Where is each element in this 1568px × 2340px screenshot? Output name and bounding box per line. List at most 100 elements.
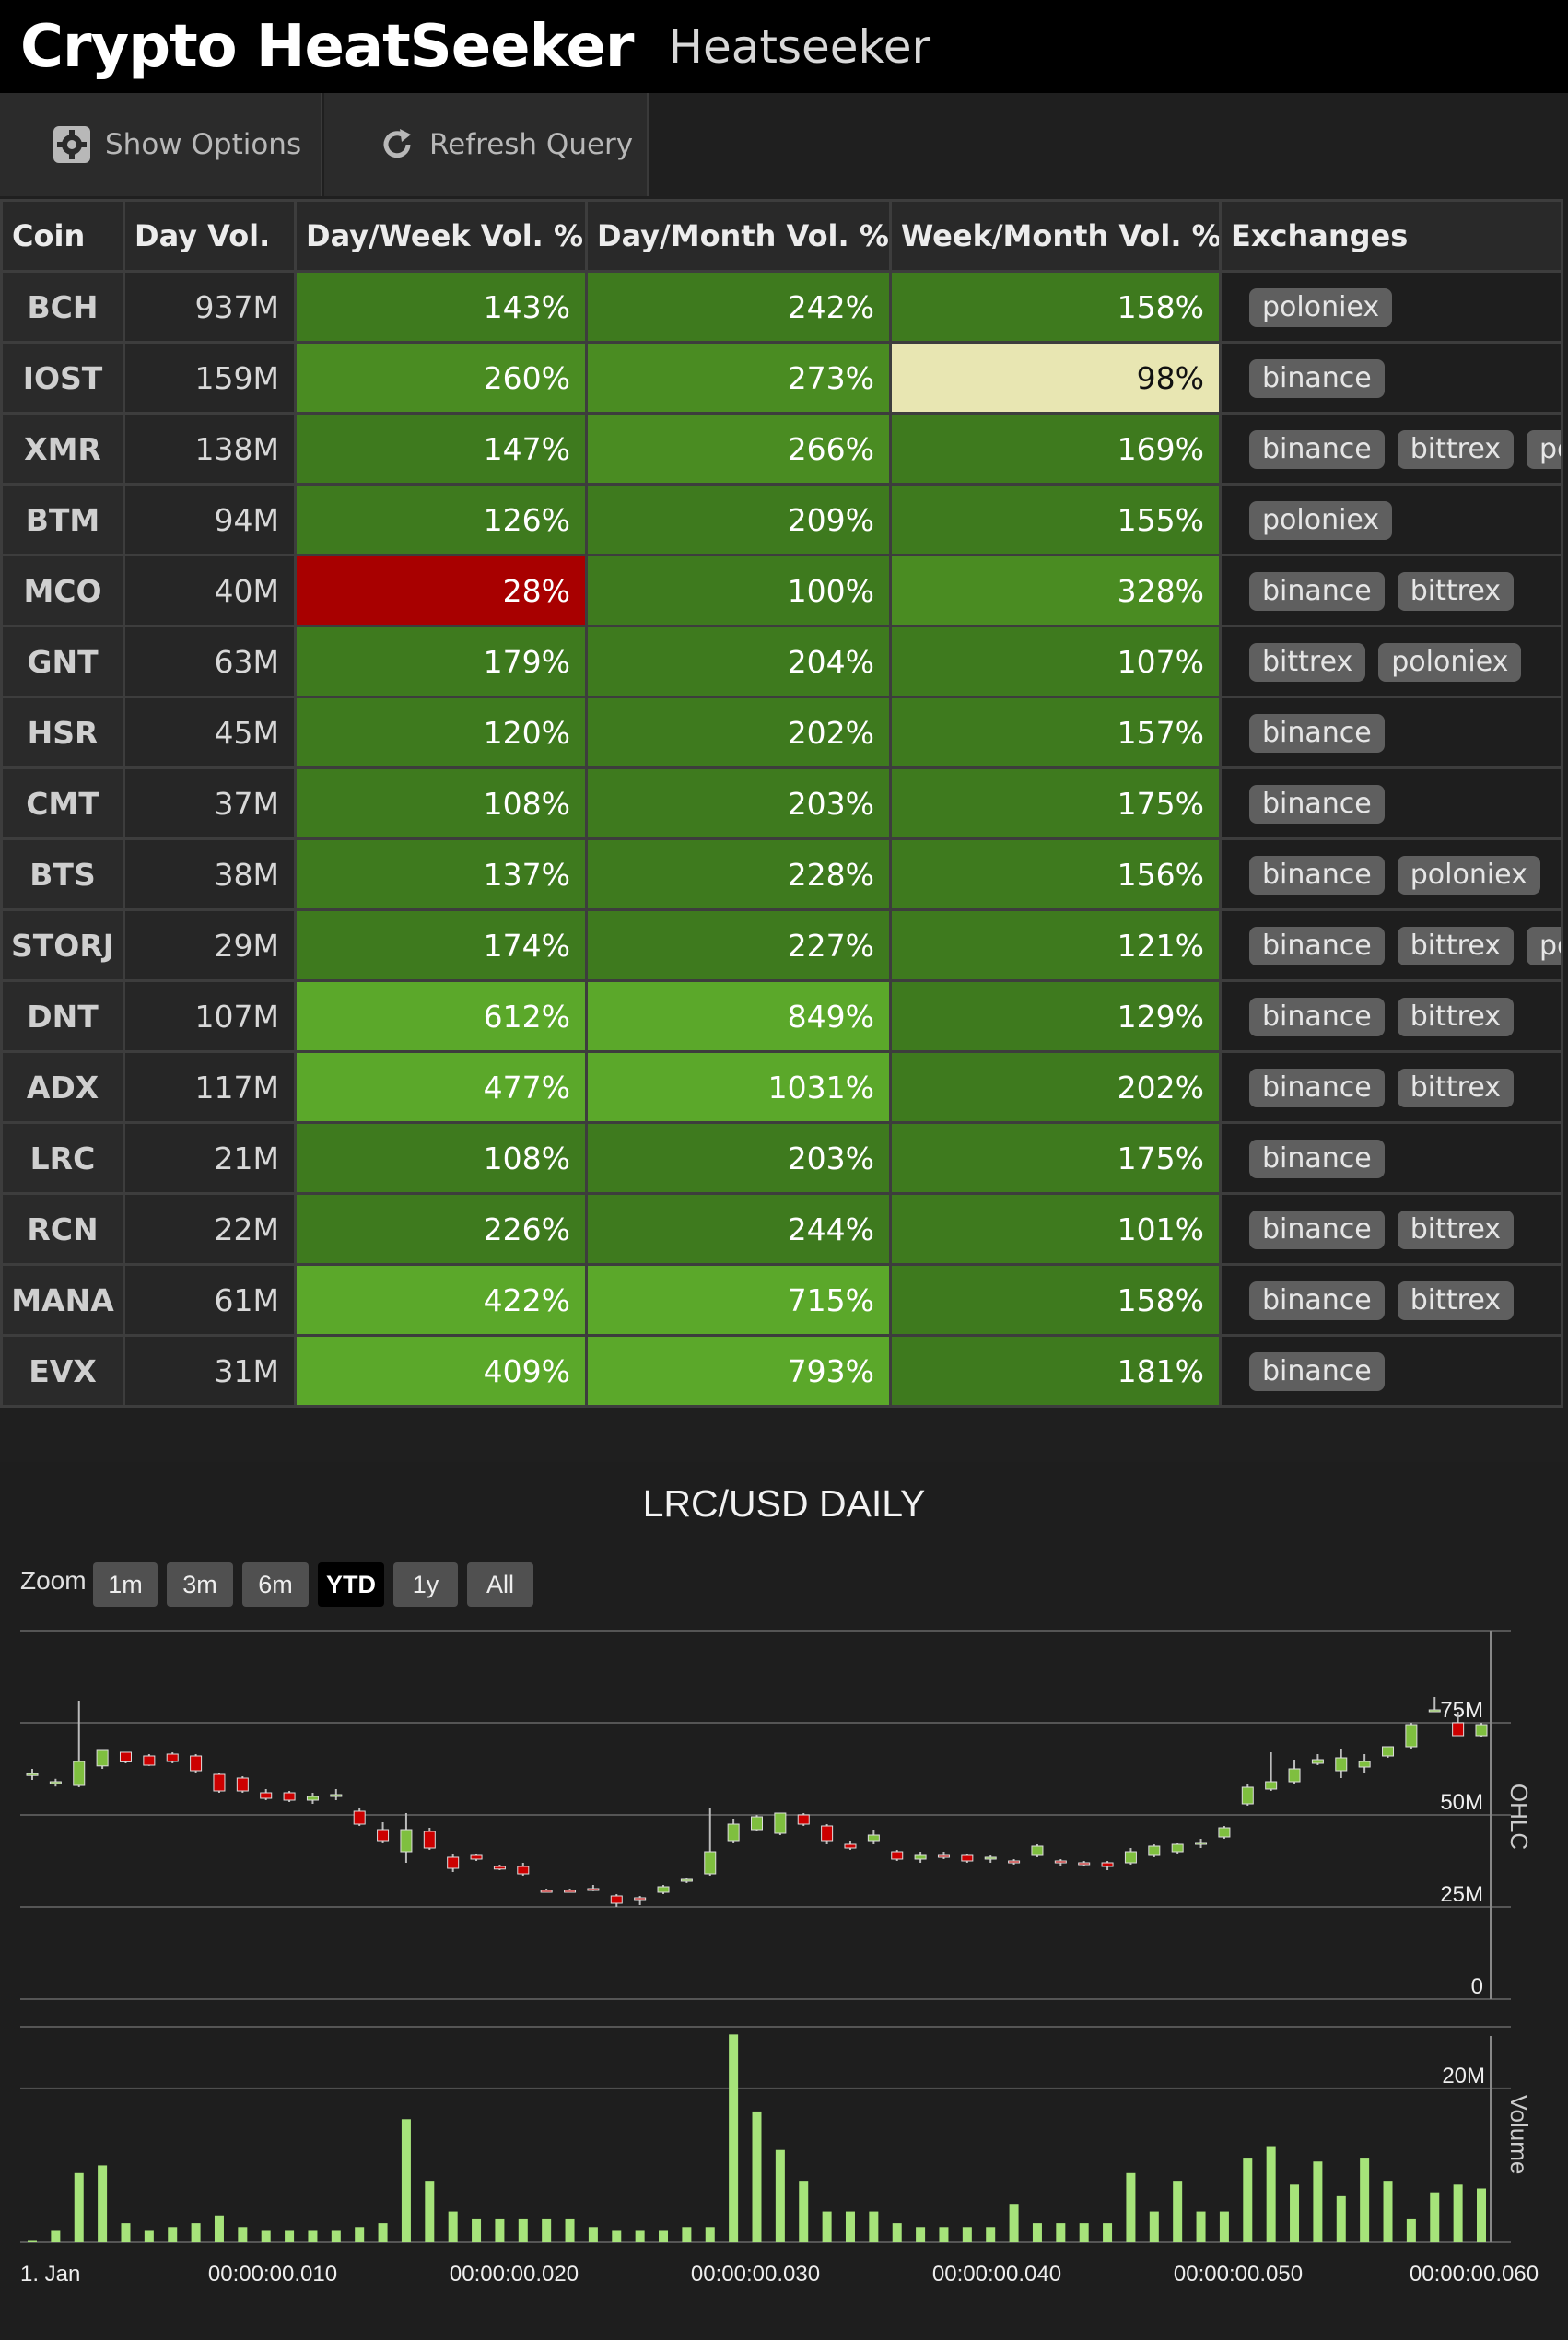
column-header-week-month[interactable]: Week/Month Vol. % bbox=[889, 199, 1222, 273]
candle-body bbox=[1241, 1786, 1254, 1805]
table-row[interactable]: LRC 21M 108% 203% 175% binance bbox=[0, 1121, 1563, 1195]
app-subtitle: Heatseeker bbox=[668, 19, 931, 74]
candle-body bbox=[283, 1792, 296, 1801]
volume-bar bbox=[705, 2227, 715, 2242]
volume-bar bbox=[168, 2227, 178, 2242]
exchange-tag[interactable]: binance bbox=[1249, 1139, 1385, 1178]
candle-body bbox=[166, 1753, 179, 1762]
candle-body bbox=[704, 1851, 717, 1875]
candle-body bbox=[1288, 1768, 1301, 1783]
exchange-tag[interactable]: binance bbox=[1249, 571, 1385, 611]
day-volume-cell: 159M bbox=[123, 341, 297, 415]
exchange-tag[interactable]: binance bbox=[1249, 429, 1385, 469]
exchange-tag[interactable]: binance bbox=[1249, 1351, 1385, 1391]
volume-ratio-cell: 204% bbox=[585, 625, 892, 698]
candle-body bbox=[377, 1829, 390, 1842]
refresh-query-button[interactable]: Refresh Query bbox=[324, 93, 649, 196]
exchange-tag[interactable]: poloniex bbox=[1249, 287, 1393, 327]
volume-ratio-cell: 612% bbox=[294, 979, 588, 1053]
candle-body bbox=[844, 1843, 857, 1849]
volume-bar bbox=[565, 2218, 575, 2242]
column-header-exchanges[interactable]: Exchanges bbox=[1219, 199, 1563, 273]
column-header-day-month[interactable]: Day/Month Vol. % bbox=[585, 199, 892, 273]
exchange-tag[interactable]: poloniex bbox=[1527, 926, 1560, 965]
coin-cell: CMT bbox=[0, 766, 125, 840]
exchanges-cell: binance bittrex bbox=[1219, 1263, 1563, 1337]
exchange-tag[interactable]: bittrex bbox=[1397, 1068, 1515, 1107]
candle-body bbox=[119, 1751, 132, 1762]
table-row[interactable]: BTM 94M 126% 209% 155% poloniex bbox=[0, 483, 1563, 556]
coin-cell: ADX bbox=[0, 1050, 125, 1124]
table-row[interactable]: CMT 37M 108% 203% 175% binance bbox=[0, 766, 1563, 840]
table-row[interactable]: GNT 63M 179% 204% 107% bittrex poloniex bbox=[0, 625, 1563, 698]
exchange-tag[interactable]: binance bbox=[1249, 855, 1385, 895]
volume-bar bbox=[729, 2034, 739, 2242]
exchange-tag[interactable]: poloniex bbox=[1527, 429, 1560, 469]
candle-body bbox=[1382, 1746, 1395, 1757]
candle-body bbox=[1358, 1761, 1371, 1768]
candle-body bbox=[1008, 1860, 1021, 1864]
volume-ratio-cell: 157% bbox=[889, 696, 1222, 769]
table-row[interactable]: HSR 45M 120% 202% 157% binance bbox=[0, 696, 1563, 769]
exchange-tag[interactable]: bittrex bbox=[1397, 1281, 1515, 1320]
candle-body bbox=[891, 1851, 904, 1860]
table-row[interactable]: STORJ29M174%227%121% binance bittrex poloni… bbox=[0, 908, 1563, 982]
exchange-tag[interactable]: binance bbox=[1249, 1210, 1385, 1249]
candle-body bbox=[727, 1823, 740, 1842]
volume-ratio-cell: 158% bbox=[889, 1263, 1222, 1337]
volume-bar bbox=[1453, 2184, 1463, 2242]
exchange-tag[interactable]: poloniex bbox=[1249, 500, 1393, 540]
volume-ratio-cell: 477% bbox=[294, 1050, 588, 1124]
exchange-tag[interactable]: binance bbox=[1249, 1068, 1385, 1107]
table-row[interactable]: ADX 117M 477% 1031% 202% binance bittrex bbox=[0, 1050, 1563, 1124]
exchange-tag[interactable]: bittrex bbox=[1249, 642, 1366, 682]
exchange-tag[interactable]: binance bbox=[1249, 1281, 1385, 1320]
volume-bar bbox=[1290, 2184, 1300, 2242]
table-row[interactable]: BCH 937M 143% 242% 158% poloniex bbox=[0, 270, 1563, 344]
exchange-tag[interactable]: bittrex bbox=[1397, 997, 1515, 1036]
volume-ratio-cell: 107% bbox=[889, 625, 1222, 698]
volume-ratio-cell: 226% bbox=[294, 1192, 588, 1266]
volume-ratio-cell: 202% bbox=[889, 1050, 1222, 1124]
exchange-tag[interactable]: bittrex bbox=[1397, 926, 1515, 965]
volume-bar bbox=[799, 2181, 809, 2242]
exchange-tag[interactable]: poloniex bbox=[1378, 642, 1522, 682]
exchange-tag[interactable]: bittrex bbox=[1397, 571, 1515, 611]
exchanges-cell: binance bbox=[1219, 1121, 1563, 1195]
exchange-tag[interactable]: bittrex bbox=[1397, 429, 1515, 469]
ohlc-axis-title: OHLC bbox=[1505, 1784, 1533, 1850]
exchange-tag[interactable]: binance bbox=[1249, 713, 1385, 753]
table-row[interactable]: DNT 107M 612% 849% 129% binance bittrex bbox=[0, 979, 1563, 1053]
column-header-day-vol[interactable]: Day Vol. bbox=[123, 199, 297, 273]
table-row[interactable]: MCO 40M 28% 100% 328% binance bittrex bbox=[0, 554, 1563, 627]
exchange-tag[interactable]: binance bbox=[1249, 926, 1385, 965]
table-row[interactable]: IOST 159M 260% 273% 98% binance bbox=[0, 341, 1563, 415]
volume-ratio-cell: 129% bbox=[889, 979, 1222, 1053]
exchange-tag[interactable]: binance bbox=[1249, 358, 1385, 398]
volume-ratio-cell: 108% bbox=[294, 766, 588, 840]
volume-bar bbox=[51, 2230, 61, 2242]
table-row[interactable]: EVX 31M 409% 793% 181% binance bbox=[0, 1334, 1563, 1408]
candle-body bbox=[1475, 1724, 1488, 1737]
volume-ratio-cell: 179% bbox=[294, 625, 588, 698]
chart-plot-area[interactable]: 0 25M 50M 75M 20M OHLC Volume 1. Jan 00:00:00.01… bbox=[0, 1462, 1568, 2340]
column-header-coin[interactable]: Coin bbox=[0, 199, 125, 273]
table-row[interactable]: BTS 38M 137% 228% 156% binance poloniex bbox=[0, 837, 1563, 911]
candle-body bbox=[447, 1856, 460, 1869]
candle-body bbox=[1101, 1862, 1114, 1867]
column-header-day-week[interactable]: Day/Week Vol. % bbox=[294, 199, 588, 273]
exchange-tag[interactable]: bittrex bbox=[1397, 1210, 1515, 1249]
table-row[interactable]: XMR138M147%266%169% binance bittrex polonie… bbox=[0, 412, 1563, 486]
volume-ratio-cell: 156% bbox=[889, 837, 1222, 911]
volume-ratio-cell: 202% bbox=[585, 696, 892, 769]
price-chart: LRC/USD DAILY Zoom 1m 3m 6m YTD 1y All 0… bbox=[0, 1462, 1568, 2340]
exchange-tag[interactable]: binance bbox=[1249, 997, 1385, 1036]
table-row[interactable]: RCN 22M 226% 244% 101% binance bittrex bbox=[0, 1192, 1563, 1266]
exchanges-cell: binance bittrex bbox=[1219, 1192, 1563, 1266]
volume-bar bbox=[285, 2230, 295, 2242]
show-options-button[interactable]: Show Options bbox=[0, 93, 322, 196]
exchange-tag[interactable]: binance bbox=[1249, 784, 1385, 824]
exchange-tag[interactable]: poloniex bbox=[1397, 855, 1540, 895]
table-row[interactable]: MANA 61M 422% 715% 158% binance bittrex bbox=[0, 1263, 1563, 1337]
exchanges-cell: binance bbox=[1219, 696, 1563, 769]
